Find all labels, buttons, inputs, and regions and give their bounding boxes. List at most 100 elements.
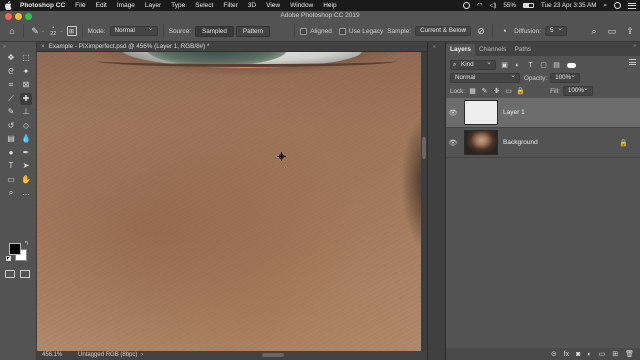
- menu-image[interactable]: Image: [117, 2, 135, 9]
- lasso-tool-icon[interactable]: ᘓ: [5, 66, 17, 78]
- pixel-filter-icon[interactable]: ▣: [500, 61, 509, 70]
- menu-3d[interactable]: 3D: [248, 2, 256, 9]
- use-legacy-checkbox[interactable]: [338, 27, 346, 35]
- battery-icon[interactable]: [523, 3, 535, 8]
- lock-position-icon[interactable]: ✥: [492, 87, 501, 96]
- opacity-field[interactable]: 100%: [550, 72, 581, 83]
- eyedropper-tool-icon[interactable]: ⟋: [5, 93, 17, 105]
- clock[interactable]: Tue 23 Apr 3:35 AM: [541, 2, 596, 9]
- sample-select[interactable]: Current & Below: [415, 25, 472, 36]
- quick-mask-icon[interactable]: [5, 270, 15, 278]
- creative-cloud-icon[interactable]: [462, 2, 470, 9]
- menu-select[interactable]: Select: [195, 2, 213, 9]
- menu-type[interactable]: Type: [171, 2, 185, 9]
- menu-window[interactable]: Window: [290, 2, 313, 9]
- gradient-tool-icon[interactable]: ▤: [5, 133, 17, 145]
- magic-wand-tool-icon[interactable]: ✦: [20, 66, 32, 78]
- kind-filter-select[interactable]: ⌕ Kind: [450, 59, 496, 70]
- image-canvas[interactable]: [37, 52, 421, 351]
- apple-icon[interactable]: [4, 1, 12, 10]
- notification-center-icon[interactable]: [628, 2, 636, 9]
- menu-help[interactable]: Help: [323, 2, 336, 9]
- search-icon[interactable]: ⌕: [588, 25, 600, 37]
- menu-edit[interactable]: Edit: [96, 2, 107, 9]
- pressure-size-icon[interactable]: ◔: [498, 25, 510, 37]
- volume-icon[interactable]: ◁): [489, 2, 496, 9]
- document-profile[interactable]: Untagged RGB (8bpc): [78, 352, 137, 358]
- adjustment-icon[interactable]: ◐: [587, 351, 591, 358]
- default-colors-icon[interactable]: [6, 256, 11, 261]
- type-filter-icon[interactable]: T: [526, 61, 535, 70]
- brush-tool-icon[interactable]: ✎: [5, 106, 17, 118]
- adjustment-filter-icon[interactable]: ◐: [513, 61, 522, 70]
- zoom-tool-icon[interactable]: ⌕: [5, 187, 17, 199]
- rectangle-tool-icon[interactable]: ▭: [5, 174, 17, 186]
- workspace-icon[interactable]: ▭: [606, 25, 618, 37]
- tab-layers[interactable]: Layers: [446, 44, 475, 56]
- pen-tool-icon[interactable]: ✒: [20, 147, 32, 159]
- type-tool-icon[interactable]: T: [5, 160, 17, 172]
- layer-name[interactable]: Layer 1: [503, 109, 525, 116]
- new-layer-icon[interactable]: ⊞: [612, 350, 618, 358]
- history-brush-tool-icon[interactable]: ↺: [5, 120, 17, 132]
- brush-picker[interactable]: • 22: [50, 25, 56, 37]
- lock-all-icon[interactable]: 🔒: [516, 87, 525, 96]
- move-tool-icon[interactable]: ✥: [5, 52, 17, 64]
- aligned-checkbox[interactable]: [300, 27, 308, 35]
- frame-tool-icon[interactable]: ⊠: [20, 79, 32, 91]
- lock-artboard-icon[interactable]: ▭: [504, 87, 513, 96]
- crop-tool-icon[interactable]: ⌗: [5, 79, 17, 91]
- clone-source-panel-icon[interactable]: ⊞: [66, 26, 77, 36]
- eraser-tool-icon[interactable]: ◇: [20, 120, 32, 132]
- tab-paths[interactable]: Paths: [510, 44, 535, 56]
- menu-view[interactable]: View: [266, 2, 280, 9]
- visibility-eye-icon[interactable]: 👁: [446, 109, 460, 117]
- stamp-tool-icon[interactable]: ⊥: [20, 106, 32, 118]
- lock-image-pixels-icon[interactable]: ✎: [480, 87, 489, 96]
- ignore-adjustment-layers-icon[interactable]: ⊘: [475, 25, 487, 37]
- lock-transparent-pixels-icon[interactable]: ▦: [468, 87, 477, 96]
- filter-toggle[interactable]: [567, 62, 576, 68]
- link-icon[interactable]: ⊝: [551, 350, 557, 358]
- close-document-icon[interactable]: ×: [41, 42, 45, 52]
- more-tools-icon[interactable]: …: [20, 187, 32, 199]
- diffusion-select[interactable]: 5: [545, 25, 568, 36]
- menu-layer[interactable]: Layer: [145, 2, 161, 9]
- horizontal-scrollbar[interactable]: [262, 353, 284, 357]
- siri-icon[interactable]: [614, 2, 621, 9]
- status-chevron-icon[interactable]: ›: [141, 352, 143, 358]
- screen-mode-icon[interactable]: [20, 270, 30, 278]
- share-icon[interactable]: ⇪: [624, 25, 636, 37]
- mode-select[interactable]: Normal: [109, 25, 158, 36]
- expand-dock-icon[interactable]: «: [433, 44, 436, 50]
- trash-icon[interactable]: 🗑: [625, 350, 634, 358]
- wifi-icon[interactable]: ◠: [477, 2, 483, 9]
- layer-row-background[interactable]: 👁 Background 🔒: [446, 128, 640, 158]
- swap-colors-icon[interactable]: ↰: [24, 240, 29, 247]
- blur-tool-icon[interactable]: 💧: [20, 133, 32, 145]
- spotlight-icon[interactable]: ⌕: [603, 2, 607, 10]
- smart-object-filter-icon[interactable]: ▤: [552, 61, 561, 70]
- group-icon[interactable]: ▭: [599, 350, 606, 358]
- hand-tool-icon[interactable]: ✋: [20, 174, 32, 186]
- source-sampled-button[interactable]: Sampled: [195, 25, 234, 37]
- menu-app-name[interactable]: Photoshop CC: [20, 2, 65, 9]
- blend-mode-select[interactable]: Normal: [450, 72, 520, 83]
- marquee-tool-icon[interactable]: ⬚: [20, 52, 32, 64]
- tab-channels[interactable]: Channels: [475, 44, 510, 56]
- fill-field[interactable]: 100%: [562, 85, 593, 96]
- menu-filter[interactable]: Filter: [223, 2, 237, 9]
- brush-chevron-icon[interactable]: ⌄: [59, 28, 63, 34]
- path-select-tool-icon[interactable]: ➤: [20, 160, 32, 172]
- tool-preset-chevron-icon[interactable]: ⌄: [41, 28, 45, 34]
- mask-icon[interactable]: ◙: [576, 351, 580, 358]
- menu-file[interactable]: File: [75, 2, 85, 9]
- fx-icon[interactable]: fx: [564, 351, 569, 358]
- visibility-eye-icon[interactable]: 👁: [446, 139, 460, 147]
- source-pattern-button[interactable]: Pattern: [235, 25, 271, 37]
- collapse-toolbar-icon[interactable]: »: [3, 44, 6, 50]
- healing-brush-tool-icon[interactable]: ✎: [29, 25, 41, 37]
- shape-filter-icon[interactable]: ▢: [539, 61, 548, 70]
- collapse-panel-icon[interactable]: »: [633, 43, 636, 49]
- healing-brush-tool-icon[interactable]: ✚: [20, 92, 32, 105]
